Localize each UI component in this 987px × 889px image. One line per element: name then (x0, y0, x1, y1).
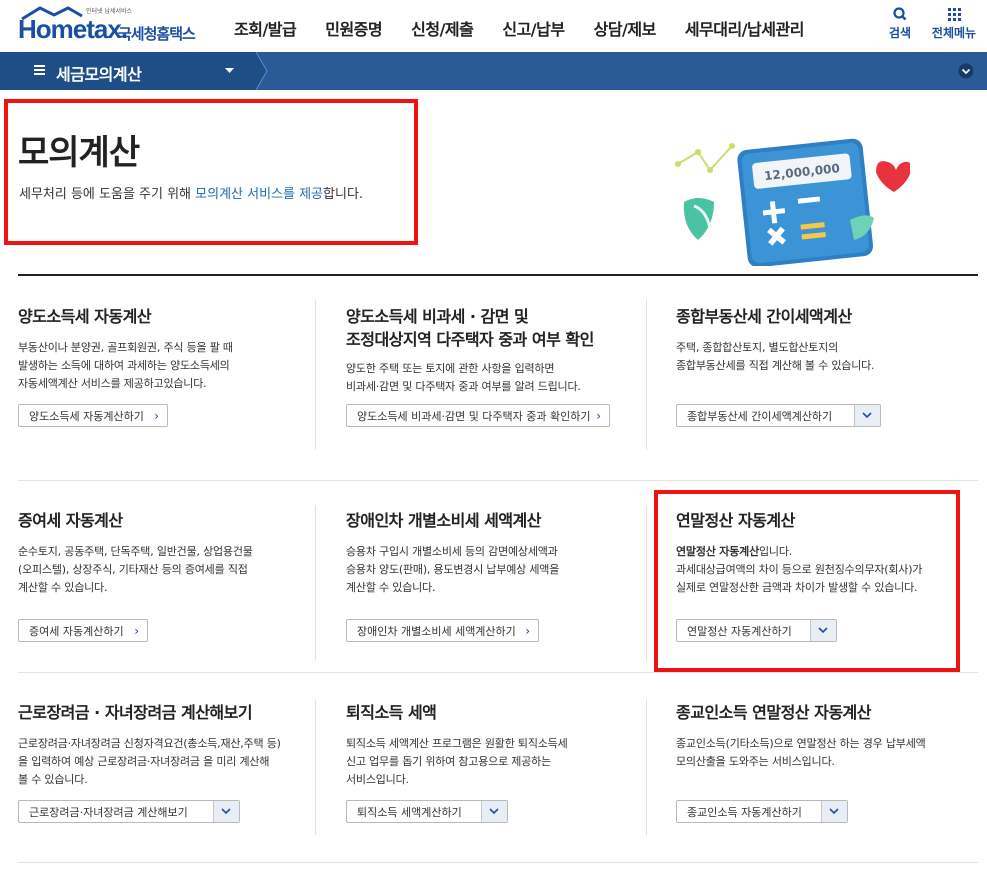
card-title: 장애인차 개별소비세 세액계산 (346, 511, 542, 530)
row-separator (18, 672, 978, 673)
all-menu-label: 전체메뉴 (931, 26, 977, 40)
logo-name: Hometax. (18, 14, 128, 44)
grid-menu-icon (948, 8, 961, 21)
chevron-right-icon: › (134, 624, 139, 638)
card-description: 종교인소득(기타소득)으로 연말정산 하는 경우 납부세액 모의산출을 도와주는 … (676, 737, 926, 768)
hometax-logo[interactable]: 인터넷 납세서비스 Hometax. 국세청홈택스 (18, 4, 218, 48)
chevron-down-icon (829, 808, 839, 815)
menu-certificate[interactable]: 민원증명 (325, 16, 382, 40)
chevron-right-icon: › (154, 409, 159, 423)
calculator-illustration: 12,000,000 (675, 138, 910, 266)
card-retirement-income-tax: 퇴직소득 세액 퇴직소득 세액계산 프로그램은 원활한 퇴직소득세 신고 업무를 … (346, 701, 646, 789)
top-header: 인터넷 납세서비스 Hometax. 국세청홈택스 조회/발급 민원증명 신청/… (0, 0, 987, 52)
row-separator (18, 862, 978, 863)
grid-separator (646, 300, 647, 450)
card-description: 근로장려금·자녀장려금 신청자격요건(총소득,재산,주택 등) 을 입력하여 예상… (18, 737, 281, 786)
card-description: 퇴직소득 세액계산 프로그램은 원활한 퇴직소득세 신고 업무를 돕기 위하여 참… (346, 737, 568, 786)
search-icon (893, 7, 907, 21)
search-button[interactable]: 검색 (887, 6, 913, 41)
card-disabled-vehicle-tax: 장애인차 개별소비세 세액계산 승용차 구입시 개별소비세 등의 감면예상세액과… (346, 509, 646, 597)
card-comprehensive-real-estate-tax: 종합부동산세 간이세액계산 주택, 종합합산토지, 별도합산토지의 종합부동산세를… (676, 305, 976, 375)
card-clergy-income-settlement: 종교인소득 연말정산 자동계산 종교인소득(기타소득)으로 연말정산 하는 경우… (676, 701, 976, 771)
caret-down-icon (225, 68, 234, 73)
card-description: 순수토지, 공동주택, 단독주택, 일반건물, 상업용건물 (오피스텔), 상장주… (18, 545, 253, 594)
card-capital-gains-tax: 양도소득세 자동계산 부동산이나 분양권, 골프회원권, 주식 등을 팔 때 발생… (18, 305, 318, 393)
card-title: 양도소득세 비과세 · 감면 및 (346, 307, 529, 326)
card-title: 증여세 자동계산 (18, 511, 123, 530)
chevron-right-icon: › (525, 624, 530, 638)
main-menu: 조회/발급 민원증명 신청/제출 신고/납부 상담/제보 세무대리/납세관리 (234, 16, 833, 40)
hamburger-icon (34, 65, 45, 75)
chevron-down-icon (221, 808, 231, 815)
real-estate-tax-calc-dropdown[interactable]: 종합부동산세 간이세액계산하기 (676, 404, 881, 427)
card-work-child-incentive: 근로장려금 · 자녀장려금 계산해보기 근로장려금·자녀장려금 신청자격요건(총… (18, 701, 318, 789)
nav-arrow-shape (256, 52, 268, 90)
card-title: 종합부동산세 간이세액계산 (676, 307, 852, 326)
menu-agent[interactable]: 세무대리/납세관리 (685, 16, 805, 40)
year-end-highlight-box (654, 490, 960, 672)
search-label: 검색 (888, 26, 912, 40)
card-capital-gains-exemption: 양도소득세 비과세 · 감면 및 조정대상지역 다주택자 중과 여부 확인 양도… (346, 305, 646, 396)
gift-tax-calc-button[interactable]: 증여세 자동계산하기 › (18, 619, 148, 642)
card-title: 근로장려금 · 자녀장려금 계산해보기 (18, 703, 253, 722)
page-description: 세무처리 등에 도움을 주기 위해 모의계산 서비스를 제공합니다. (19, 187, 364, 202)
card-title-line2: 조정대상지역 다주택자 중과 여부 확인 (346, 330, 594, 349)
vehicle-tax-calc-button[interactable]: 장애인차 개별소비세 세액계산하기 › (346, 619, 539, 642)
menu-inquiry[interactable]: 조회/발급 (234, 16, 297, 40)
clergy-income-calc-dropdown[interactable]: 종교인소득 자동계산하기 (676, 800, 848, 823)
card-description: 양도한 주택 또는 토지에 관한 사항을 입력하면 비과세·감면 및 다주택자 중… (346, 362, 581, 393)
logo-subtitle: 국세청홈택스 (118, 25, 196, 43)
card-title: 종교인소득 연말정산 자동계산 (676, 703, 872, 722)
chevron-right-icon: › (596, 409, 601, 423)
grid-separator (646, 700, 647, 835)
chevron-down-circle-icon[interactable] (958, 63, 974, 79)
nav-title: 세금모의계산 (56, 65, 142, 84)
card-title: 퇴직소득 세액 (346, 703, 437, 722)
card-description: 주택, 종합합산토지, 별도합산토지의 종합부동산세를 직접 계산해 볼 수 있습… (676, 341, 875, 372)
card-title: 양도소득세 자동계산 (18, 307, 152, 326)
description-highlight: 모의계산 서비스를 제공 (195, 187, 324, 202)
menu-dropdown[interactable]: 세금모의계산 (0, 52, 268, 90)
all-menu-button[interactable]: 전체메뉴 (929, 6, 979, 41)
section-divider (18, 274, 978, 276)
capital-gains-calc-button[interactable]: 양도소득세 자동계산하기 › (18, 404, 168, 427)
exemption-check-button[interactable]: 양도소득세 비과세·감면 및 다주택자 중과 확인하기 › (346, 404, 610, 427)
menu-filing[interactable]: 신고/납부 (502, 16, 565, 40)
page-title: 모의계산 (18, 133, 140, 173)
card-description: 부동산이나 분양권, 골프회원권, 주식 등을 팔 때 발생하는 소득에 대하여 … (18, 341, 233, 390)
menu-consult[interactable]: 상담/제보 (594, 16, 657, 40)
incentive-calc-dropdown[interactable]: 근로장려금·자녀장려금 계산해보기 (18, 800, 240, 823)
row-separator (18, 480, 978, 481)
grid-separator (646, 505, 647, 660)
menu-application[interactable]: 신청/제출 (411, 16, 474, 40)
card-description: 승용차 구입시 개별소비세 등의 감면예상세액과 승용차 양도(판매), 용도변경… (346, 545, 560, 594)
chevron-down-icon (862, 412, 872, 419)
chevron-down-icon (489, 808, 499, 815)
retirement-tax-calc-dropdown[interactable]: 퇴직소득 세액계산하기 (346, 800, 508, 823)
sub-navbar: 세금모의계산 (0, 52, 987, 90)
card-gift-tax: 증여세 자동계산 순수토지, 공동주택, 단독주택, 일반건물, 상업용건물 (오… (18, 509, 318, 597)
